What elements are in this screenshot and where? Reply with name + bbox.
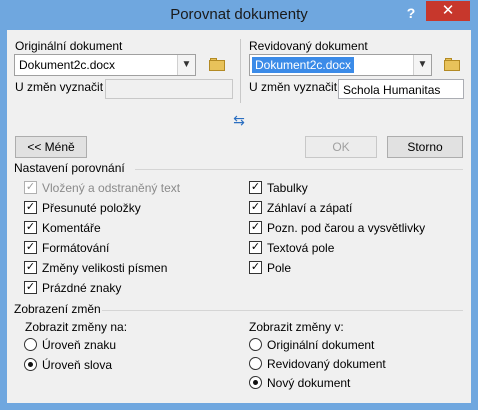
checkbox-label: Vložený a odstraněný text xyxy=(42,181,181,195)
checkmark-icon[interactable]: ✓ xyxy=(24,221,37,234)
radio-empty-icon[interactable] xyxy=(249,357,262,370)
show-changes-divider xyxy=(102,310,463,311)
checkbox-label: Záhlaví a zápatí xyxy=(267,201,353,215)
checkmark-icon[interactable]: ✓ xyxy=(24,261,37,274)
checkmark-icon[interactable]: ✓ xyxy=(24,241,37,254)
radio-label: Revidovaný dokument xyxy=(267,357,386,371)
revised-document-value: Dokument2c.docx xyxy=(252,57,355,73)
compare-documents-dialog: Porovnat dokumenty ? ✕ Originální dokume… xyxy=(0,0,478,410)
ok-button-label: OK xyxy=(332,140,350,154)
checkbox-label: Prázdné znaky xyxy=(42,281,122,295)
checkbox-label: Komentáře xyxy=(42,221,101,235)
original-document-combo[interactable]: Dokument2c.docx ▼ xyxy=(14,54,196,76)
revised-author-field[interactable]: Schola Humanitas xyxy=(338,79,464,99)
title-bar[interactable]: Porovnat dokumenty ? ✕ xyxy=(0,0,478,30)
revised-author-value: Schola Humanitas xyxy=(343,83,441,97)
swap-documents-icon[interactable]: ⇆ xyxy=(231,112,247,128)
radio-selected-icon[interactable] xyxy=(24,358,37,371)
checkbox-label: Změny velikosti písmen xyxy=(42,261,168,275)
radio-empty-icon[interactable] xyxy=(249,338,262,351)
checkmark-icon[interactable]: ✓ xyxy=(249,201,262,214)
revised-author-label: U změn vyznačit xyxy=(249,80,338,94)
cancel-button[interactable]: Storno xyxy=(387,136,463,158)
original-author-label: U změn vyznačit xyxy=(15,80,104,94)
original-document-value: Dokument2c.docx xyxy=(19,58,116,72)
revised-document-label: Revidovaný dokument xyxy=(249,39,368,53)
checkbox-label: Pozn. pod čarou a vysvětlivky xyxy=(267,221,426,235)
checkbox-label: Textová pole xyxy=(267,241,335,255)
checkbox-label: Formátování xyxy=(42,241,110,255)
radio-label: Úroveň slova xyxy=(42,358,113,372)
show-changes-target-label: Zobrazit změny v: xyxy=(249,320,344,334)
cancel-button-label: Storno xyxy=(407,140,443,154)
show-changes-level-label: Zobrazit změny na: xyxy=(25,320,128,334)
checkmark-icon[interactable]: ✓ xyxy=(249,241,262,254)
checkbox-label: Tabulky xyxy=(267,181,308,195)
less-button[interactable]: << Méně xyxy=(15,136,87,158)
dialog-body: Originální dokument Dokument2c.docx ▼ U … xyxy=(7,30,471,403)
radio-label: Úroveň znaku xyxy=(42,338,117,352)
vertical-divider xyxy=(240,39,241,103)
comparison-settings-title: Nastavení porovnání xyxy=(14,161,125,175)
revised-document-combo[interactable]: Dokument2c.docx ▼ xyxy=(249,54,432,76)
folder-icon[interactable] xyxy=(444,58,462,72)
original-document-label: Originální dokument xyxy=(15,39,123,53)
radio-selected-icon[interactable] xyxy=(249,376,262,389)
checkmark-icon[interactable]: ✓ xyxy=(24,201,37,214)
checkmark-icon: ✓ xyxy=(24,181,37,194)
radio-label: Originální dokument xyxy=(267,338,375,352)
checkmark-icon[interactable]: ✓ xyxy=(24,281,37,294)
close-button[interactable]: ✕ xyxy=(426,1,470,21)
checkbox-label: Pole xyxy=(267,261,292,275)
show-changes-title: Zobrazení změn xyxy=(14,302,101,316)
radio-label: Nový dokument xyxy=(267,376,351,390)
ok-button[interactable]: OK xyxy=(305,136,377,158)
folder-icon[interactable] xyxy=(209,58,227,72)
comparison-settings-divider xyxy=(135,169,463,170)
original-author-field xyxy=(105,79,233,99)
less-button-label: << Méně xyxy=(27,140,75,154)
help-button[interactable]: ? xyxy=(400,2,422,24)
checkmark-icon[interactable]: ✓ xyxy=(249,261,262,274)
chevron-down-icon[interactable]: ▼ xyxy=(413,55,431,75)
checkmark-icon[interactable]: ✓ xyxy=(249,181,262,194)
chevron-down-icon[interactable]: ▼ xyxy=(177,55,195,75)
checkbox-label: Přesunuté položky xyxy=(42,201,141,215)
checkmark-icon[interactable]: ✓ xyxy=(249,221,262,234)
radio-empty-icon[interactable] xyxy=(24,338,37,351)
